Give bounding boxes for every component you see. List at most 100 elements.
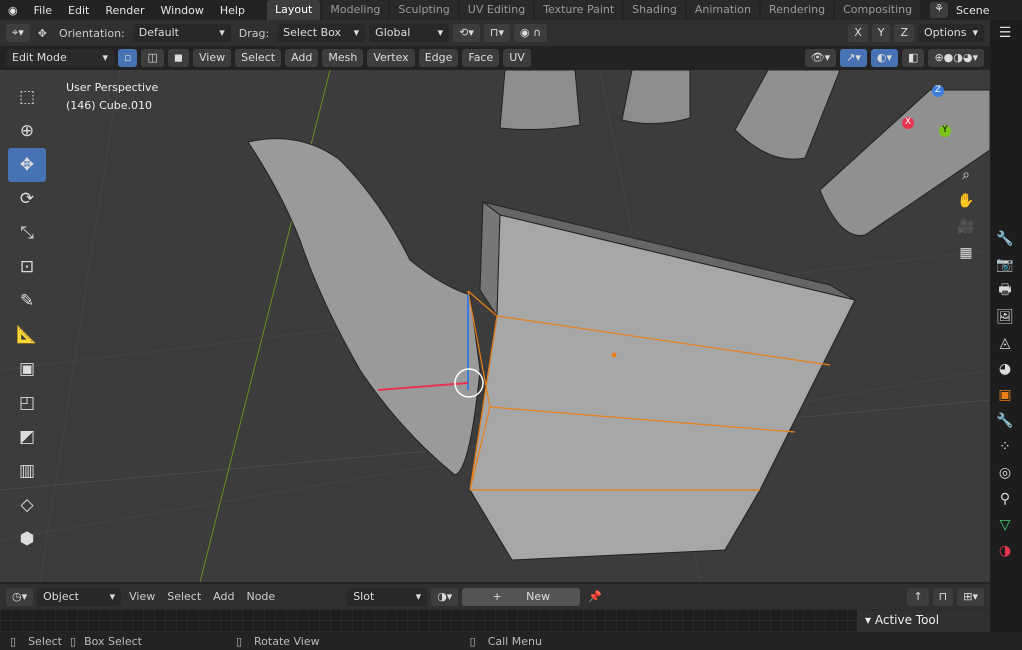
xray-icon[interactable]: ◧ bbox=[902, 49, 925, 67]
rotate-tool-icon[interactable]: ⟳ bbox=[8, 182, 46, 216]
gizmo-z[interactable]: Z bbox=[932, 85, 944, 97]
status-select: Select bbox=[28, 634, 62, 648]
orientation-dropdown[interactable]: Default ▾ bbox=[132, 24, 231, 42]
material-tab-icon[interactable]: ◑ bbox=[990, 538, 1020, 564]
shading-modes-icon[interactable]: ⊕●◑◕▾ bbox=[928, 49, 984, 67]
menu-face[interactable]: Face bbox=[462, 49, 500, 67]
menu-help[interactable]: Help bbox=[212, 4, 253, 17]
object-type-dropdown[interactable]: Object ▾ bbox=[37, 587, 122, 606]
active-tool-panel[interactable]: ▾ Active Tool bbox=[857, 610, 990, 632]
shader-menu-add[interactable]: Add bbox=[209, 590, 238, 603]
drag-value: Select Box bbox=[283, 26, 342, 39]
pivot-point-icon[interactable]: ⟲▾ bbox=[453, 24, 480, 42]
tab-sculpting[interactable]: Sculpting bbox=[390, 0, 458, 20]
shader-menu-node[interactable]: Node bbox=[242, 590, 279, 603]
tab-layout[interactable]: Layout bbox=[266, 0, 321, 20]
edge-select-icon[interactable]: ◫ bbox=[141, 49, 164, 67]
annotate-tool-icon[interactable]: ✎ bbox=[8, 284, 46, 318]
camera-icon[interactable]: 🎥 bbox=[953, 214, 979, 240]
snap-icon[interactable]: ⊓▾ bbox=[483, 24, 511, 42]
render-tab-icon[interactable]: 📷 bbox=[990, 252, 1020, 278]
overlay-toggle-icon[interactable]: ◐▾ bbox=[870, 49, 899, 67]
menu-select[interactable]: Select bbox=[235, 49, 282, 67]
scene-tab-icon[interactable]: ◬ bbox=[990, 330, 1020, 356]
cursor-tool-icon[interactable]: ⊕ bbox=[8, 114, 46, 148]
zoom-icon[interactable]: ⌕ bbox=[953, 162, 979, 188]
vertex-select-icon[interactable]: ▫ bbox=[118, 49, 138, 67]
tab-shading[interactable]: Shading bbox=[624, 0, 685, 20]
hand-pan-icon[interactable]: ✋ bbox=[953, 188, 979, 214]
new-material-button[interactable]: + New bbox=[462, 587, 581, 606]
options-dropdown[interactable]: Options ▾ bbox=[918, 24, 984, 42]
slot-dropdown[interactable]: Slot ▾ bbox=[347, 587, 428, 606]
menu-add[interactable]: Add bbox=[285, 49, 319, 67]
menu-file[interactable]: File bbox=[26, 4, 60, 17]
view-layer-tab-icon[interactable]: 🖼 bbox=[990, 304, 1020, 330]
parent-node-icon[interactable]: ↑ bbox=[907, 587, 929, 606]
snap-node-icon[interactable]: ⊓ bbox=[932, 587, 954, 606]
shader-menu-select[interactable]: Select bbox=[163, 590, 205, 603]
node-editor-canvas[interactable] bbox=[0, 609, 990, 632]
proportional-edit-icon[interactable]: ◉ ∩ bbox=[514, 24, 548, 42]
gizmo-toggle-icon[interactable]: ↗▾ bbox=[840, 49, 867, 67]
data-tab-icon[interactable]: ▽ bbox=[990, 512, 1020, 538]
material-browse-icon[interactable]: ◑▾ bbox=[431, 587, 459, 606]
drag-dropdown[interactable]: Select Box ▾ bbox=[277, 24, 366, 42]
mirror-y-button[interactable]: Y bbox=[871, 24, 891, 42]
select-box-tool-icon[interactable]: ⬚ bbox=[8, 80, 46, 114]
extrude-tool-icon[interactable]: ▣ bbox=[8, 352, 46, 386]
particles-tab-icon[interactable]: ⁘ bbox=[990, 434, 1020, 460]
physics-tab-icon[interactable]: ◎ bbox=[990, 460, 1020, 486]
gizmo-y[interactable]: Y bbox=[939, 125, 951, 137]
menu-view[interactable]: View bbox=[193, 49, 232, 67]
shader-editor-header: ◷▾ Object ▾ View Select Add Node Slot ▾ ◑▾… bbox=[0, 584, 990, 609]
transform-pivot-icon[interactable]: ⌖▾ bbox=[6, 24, 30, 42]
editor-type-icon[interactable]: ◷▾ bbox=[6, 587, 34, 606]
menu-edge[interactable]: Edge bbox=[418, 49, 459, 67]
navigation-gizmo[interactable]: Z X Y bbox=[895, 80, 980, 160]
transform-tool-icon[interactable]: ⊡ bbox=[8, 250, 46, 284]
scene-name[interactable]: Scene bbox=[948, 4, 998, 17]
menu-window[interactable]: Window bbox=[153, 4, 212, 17]
world-tab-icon[interactable]: ◕ bbox=[990, 356, 1020, 382]
3d-viewport[interactable]: User Perspective (146) Cube.010 Z X Y ⌕ … bbox=[0, 70, 990, 582]
move-tool-icon[interactable]: ✥ bbox=[8, 148, 46, 182]
menu-edit[interactable]: Edit bbox=[60, 4, 97, 17]
knife-tool-icon[interactable]: ◇ bbox=[8, 488, 46, 522]
mirror-z-button[interactable]: Z bbox=[894, 24, 915, 42]
menu-render[interactable]: Render bbox=[97, 4, 152, 17]
grid-perspective-icon[interactable]: ▦ bbox=[953, 240, 979, 266]
mode-dropdown[interactable]: Edit Mode ▾ bbox=[6, 49, 114, 67]
tab-uv-editing[interactable]: UV Editing bbox=[459, 0, 534, 20]
modifier-tab-icon[interactable]: 🔧 bbox=[990, 408, 1020, 434]
pin-icon[interactable]: 📌 bbox=[584, 590, 606, 603]
tool-tab-icon[interactable]: 🔧 bbox=[990, 226, 1020, 252]
loop-cut-tool-icon[interactable]: ▥ bbox=[8, 454, 46, 488]
gizmo-x[interactable]: X bbox=[902, 117, 914, 129]
object-tab-icon[interactable]: ▣ bbox=[990, 382, 1020, 408]
poly-build-tool-icon[interactable]: ⬢ bbox=[8, 522, 46, 556]
menu-vertex[interactable]: Vertex bbox=[367, 49, 415, 67]
outliner-icon[interactable]: ☰ bbox=[990, 20, 1020, 46]
shader-menu-view[interactable]: View bbox=[125, 590, 159, 603]
menu-mesh[interactable]: Mesh bbox=[322, 49, 364, 67]
scene-selector-icon[interactable]: ⚘ bbox=[930, 2, 948, 18]
mirror-x-button[interactable]: X bbox=[848, 24, 868, 42]
snap-mode-icon[interactable]: ⊞▾ bbox=[957, 587, 984, 606]
visibility-icon[interactable]: 👁▾ bbox=[804, 49, 837, 67]
output-tab-icon[interactable]: 🖶 bbox=[990, 278, 1020, 304]
menu-uv[interactable]: UV bbox=[503, 49, 531, 67]
inset-tool-icon[interactable]: ◰ bbox=[8, 386, 46, 420]
constraints-tab-icon[interactable]: ⚲ bbox=[990, 486, 1020, 512]
tab-texture-paint[interactable]: Texture Paint bbox=[535, 0, 623, 20]
measure-tool-icon[interactable]: 📐 bbox=[8, 318, 46, 352]
tab-modeling[interactable]: Modeling bbox=[322, 0, 389, 20]
tab-animation[interactable]: Animation bbox=[686, 0, 759, 20]
bevel-tool-icon[interactable]: ◩ bbox=[8, 420, 46, 454]
tab-rendering[interactable]: Rendering bbox=[760, 0, 834, 20]
scale-tool-icon[interactable]: ⤡ bbox=[8, 216, 46, 250]
blender-logo-icon[interactable]: ◉ bbox=[0, 4, 26, 17]
face-select-icon[interactable]: ◼ bbox=[167, 49, 190, 67]
transform-orientation-dropdown[interactable]: Global ▾ bbox=[369, 24, 450, 42]
tab-compositing[interactable]: Compositing bbox=[835, 0, 921, 20]
